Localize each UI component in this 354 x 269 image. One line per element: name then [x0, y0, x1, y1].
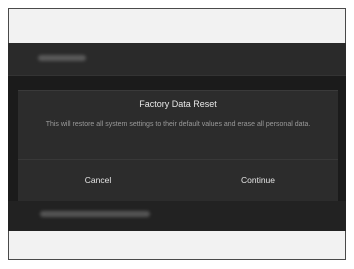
factory-reset-dialog: Factory Data Reset This will restore all…	[18, 90, 338, 202]
dialog-title: Factory Data Reset	[139, 99, 217, 109]
infotainment-screen: Factory Data Reset This will restore all…	[8, 43, 346, 231]
cancel-button[interactable]: Cancel	[18, 161, 178, 199]
background-header-row	[8, 43, 346, 76]
dialog-message: This will restore all system settings to…	[45, 121, 311, 128]
background-blurred-text	[40, 211, 150, 217]
dialog-divider	[18, 159, 338, 160]
continue-button[interactable]: Continue	[178, 161, 338, 199]
background-list-row	[8, 201, 346, 231]
background-blurred-text	[38, 55, 86, 61]
